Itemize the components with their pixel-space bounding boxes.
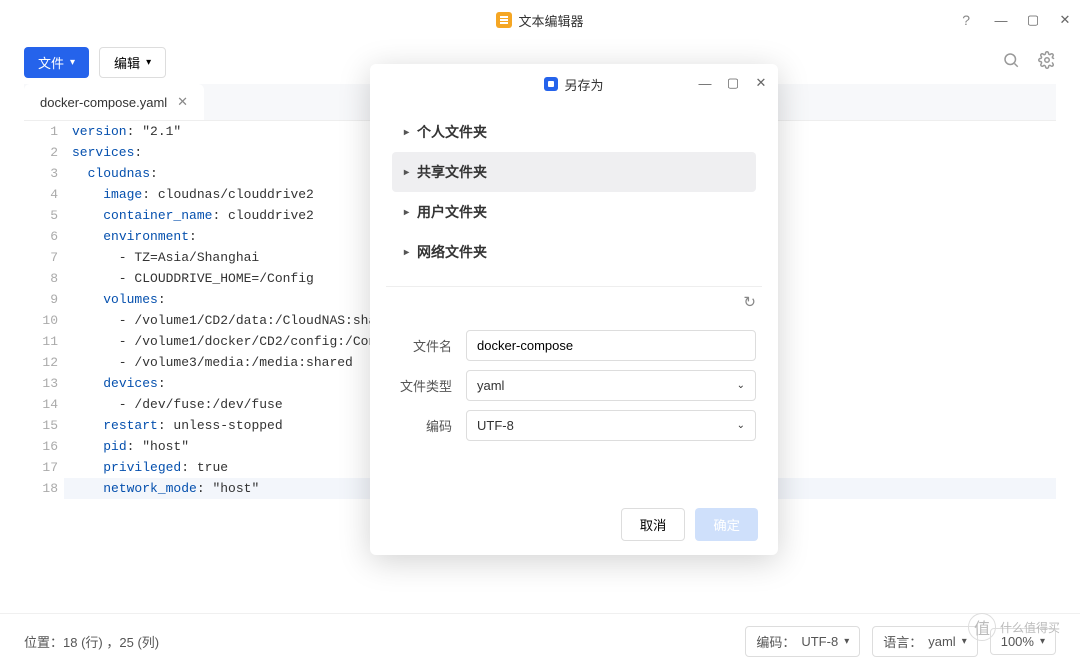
folder-icon: [544, 77, 558, 91]
titlebar: 文本编辑器 ? — ▢ ✕: [0, 0, 1080, 40]
filename-field[interactable]: [477, 338, 745, 353]
line-number: 16: [24, 436, 58, 457]
tab-file[interactable]: docker-compose.yaml ✕: [24, 84, 204, 120]
line-number: 12: [24, 352, 58, 373]
chevron-down-icon: ⌄: [737, 380, 745, 391]
dialog-minimize-icon[interactable]: —: [698, 76, 712, 90]
gear-icon[interactable]: [1038, 51, 1056, 74]
folder-row[interactable]: ▸ 用户文件夹: [392, 192, 756, 232]
encoding-label: 编码: [392, 416, 452, 435]
file-menu-label: 文件: [38, 53, 64, 72]
line-number: 7: [24, 247, 58, 268]
expand-icon: ▸: [404, 207, 409, 218]
help-icon[interactable]: ?: [962, 12, 970, 28]
encoding-select[interactable]: 编码：UTF-8 ▾: [745, 626, 860, 657]
confirm-button[interactable]: 确定: [695, 508, 758, 541]
line-number: 5: [24, 205, 58, 226]
cancel-button[interactable]: 取消: [621, 508, 686, 541]
app-icon: [496, 12, 512, 28]
folder-row[interactable]: ▸ 共享文件夹: [392, 152, 756, 192]
line-number: 3: [24, 163, 58, 184]
position-label: 位置：18 (行) ，25 (列): [24, 632, 159, 651]
encoding-select[interactable]: UTF-8 ⌄: [466, 410, 756, 441]
file-menu-button[interactable]: 文件 ▾: [24, 47, 89, 78]
folder-label: 用户文件夹: [417, 202, 487, 222]
chevron-down-icon: ▾: [844, 636, 849, 647]
chevron-down-icon: ▾: [146, 57, 151, 68]
filename-input[interactable]: [466, 330, 756, 361]
save-as-dialog: 另存为 — ▢ ✕ ▸ 个人文件夹 ▸ 共享文件夹 ▸ 用户文件夹 ▸ 网络文件夹 ↻ 文件名…: [370, 64, 778, 555]
line-number: 18: [24, 478, 58, 499]
filetype-label: 文件类型: [392, 376, 452, 395]
line-number: 1: [24, 121, 58, 142]
filetype-select[interactable]: yaml ⌄: [466, 370, 756, 401]
filename-label: 文件名: [392, 336, 452, 355]
close-icon[interactable]: ✕: [1058, 13, 1072, 27]
line-number: 4: [24, 184, 58, 205]
folder-label: 个人文件夹: [417, 122, 487, 142]
line-number: 14: [24, 394, 58, 415]
line-number: 6: [24, 226, 58, 247]
gutter: 123456789101112131415161718: [24, 121, 72, 576]
edit-menu-label: 编辑: [114, 53, 140, 72]
watermark: 值 什么值得买: [968, 613, 1060, 641]
search-icon[interactable]: [1002, 51, 1020, 74]
expand-icon: ▸: [404, 127, 409, 138]
folder-label: 网络文件夹: [417, 242, 487, 262]
folder-label: 共享文件夹: [417, 162, 487, 182]
expand-icon: ▸: [404, 247, 409, 258]
language-select[interactable]: 语言：yaml ▾: [872, 626, 978, 657]
dialog-titlebar: 另存为 — ▢ ✕: [370, 64, 778, 104]
line-number: 10: [24, 310, 58, 331]
line-number: 13: [24, 373, 58, 394]
dialog-title: 另存为: [564, 75, 603, 94]
line-number: 8: [24, 268, 58, 289]
edit-menu-button[interactable]: 编辑 ▾: [99, 47, 166, 78]
line-number: 9: [24, 289, 58, 310]
line-number: 11: [24, 331, 58, 352]
refresh-icon[interactable]: ↻: [743, 293, 756, 311]
folder-row[interactable]: ▸ 网络文件夹: [392, 232, 756, 272]
close-tab-icon[interactable]: ✕: [177, 94, 188, 110]
maximize-icon[interactable]: ▢: [1026, 13, 1040, 27]
line-number: 2: [24, 142, 58, 163]
expand-icon: ▸: [404, 167, 409, 178]
line-number: 15: [24, 415, 58, 436]
dialog-close-icon[interactable]: ✕: [754, 76, 768, 90]
chevron-down-icon: ▾: [962, 636, 967, 647]
tab-label: docker-compose.yaml: [40, 95, 167, 110]
chevron-down-icon: ⌄: [737, 420, 745, 431]
app-title: 文本编辑器: [518, 11, 583, 30]
minimize-icon[interactable]: —: [994, 13, 1008, 27]
chevron-down-icon: ▾: [70, 57, 75, 68]
folder-row[interactable]: ▸ 个人文件夹: [392, 112, 756, 152]
statusbar: 位置：18 (行) ，25 (列) 编码：UTF-8 ▾ 语言：yaml ▾ 1…: [0, 613, 1080, 669]
dialog-maximize-icon[interactable]: ▢: [726, 76, 740, 90]
line-number: 17: [24, 457, 58, 478]
